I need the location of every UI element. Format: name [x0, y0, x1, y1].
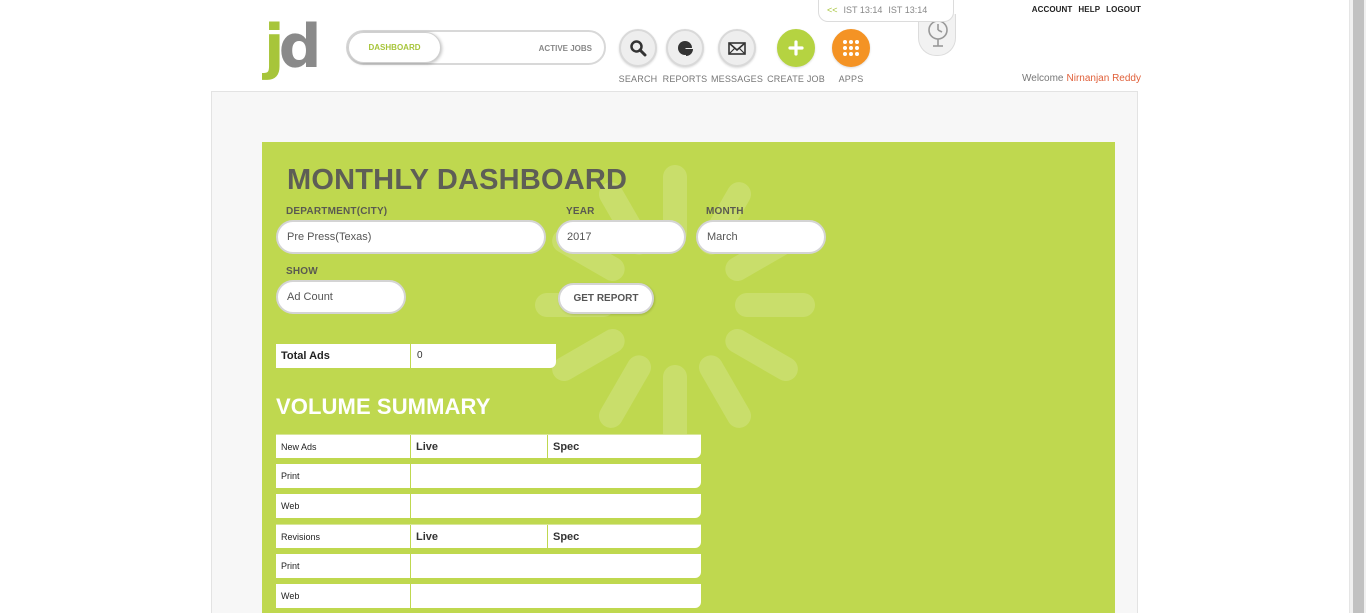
department-label: DEPARTMENT(CITY)	[286, 206, 388, 217]
table-row: Revisions Live Spec	[276, 524, 701, 549]
table-row: New Ads Live Spec	[276, 434, 701, 459]
table-row: Web	[276, 584, 701, 608]
live-header: Live	[416, 441, 439, 453]
table-row: Print	[276, 554, 701, 578]
view-toggle: DASHBOARD ACTIVE JOBS	[346, 30, 606, 65]
row-name: Print	[281, 561, 300, 571]
clock-icon	[928, 20, 948, 47]
apps-button[interactable]	[832, 29, 870, 67]
year-field[interactable]: 2017	[556, 220, 686, 254]
search-button[interactable]	[619, 29, 657, 67]
spec-header: Spec	[553, 531, 580, 543]
search-icon	[630, 40, 647, 57]
spec-header: Spec	[553, 441, 580, 453]
show-field[interactable]: Ad Count	[276, 280, 406, 314]
volume-summary-title: VOLUME SUMMARY	[276, 394, 491, 419]
show-label: SHOW	[286, 266, 318, 277]
month-field[interactable]: March	[696, 220, 826, 254]
page: jd DASHBOARD ACTIVE JOBS SEARCH REPORTS …	[0, 0, 1366, 613]
page-title: MONTHLY DASHBOARD	[287, 164, 628, 196]
dashboard-toggle-option[interactable]: DASHBOARD	[348, 32, 441, 63]
collapse-clock-arrows[interactable]: <<	[827, 5, 838, 15]
row-name: Web	[281, 501, 300, 511]
row-name: Web	[281, 591, 300, 601]
jd-logo[interactable]: jd	[264, 17, 326, 78]
dashboard-form: MONTHLY DASHBOARD DEPARTMENT(CITY) Pre P…	[262, 142, 1115, 613]
create-job-button[interactable]	[777, 29, 815, 67]
total-ads-label: Total Ads	[281, 350, 330, 362]
clock-time-1: IST 13:14	[843, 5, 883, 15]
user-name[interactable]: Nirnanjan Reddy	[1067, 73, 1142, 84]
active-jobs-toggle-option[interactable]: ACTIVE JOBS	[539, 32, 592, 63]
world-clock-popup: << IST 13:14 IST 13:14	[818, 0, 954, 22]
page-scrollbar[interactable]	[1349, 0, 1366, 613]
get-report-button[interactable]: GET REPORT	[558, 283, 654, 314]
row-name: Revisions	[281, 532, 321, 542]
help-link[interactable]: HELP	[1078, 5, 1100, 14]
grid-icon	[843, 40, 859, 56]
logout-link[interactable]: LOGOUT	[1106, 5, 1141, 14]
row-name: New Ads	[281, 442, 317, 452]
table-row: Print	[276, 464, 701, 488]
clock-time-2: IST 13:14	[888, 5, 928, 15]
reports-button[interactable]	[666, 29, 704, 67]
month-label: MONTH	[706, 206, 744, 217]
year-label: YEAR	[566, 206, 595, 217]
table-row: Web	[276, 494, 701, 518]
welcome-message: Welcome Nirnanjan Reddy	[1022, 73, 1141, 84]
messages-button[interactable]	[718, 29, 756, 67]
live-header: Live	[416, 531, 439, 543]
total-ads-value: 0	[417, 350, 423, 361]
row-name: Print	[281, 471, 300, 481]
scrollbar-thumb[interactable]	[1353, 0, 1364, 613]
total-ads-row: Total Ads 0	[276, 344, 556, 368]
department-field[interactable]: Pre Press(Texas)	[276, 220, 546, 254]
envelope-icon	[728, 42, 746, 55]
reports-icon	[678, 41, 693, 56]
account-links: ACCOUNT HELP LOGOUT	[1026, 5, 1141, 14]
divider	[410, 344, 411, 368]
account-link[interactable]: ACCOUNT	[1032, 5, 1073, 14]
apps-label[interactable]: APPS	[816, 74, 886, 84]
plus-icon	[788, 40, 804, 56]
